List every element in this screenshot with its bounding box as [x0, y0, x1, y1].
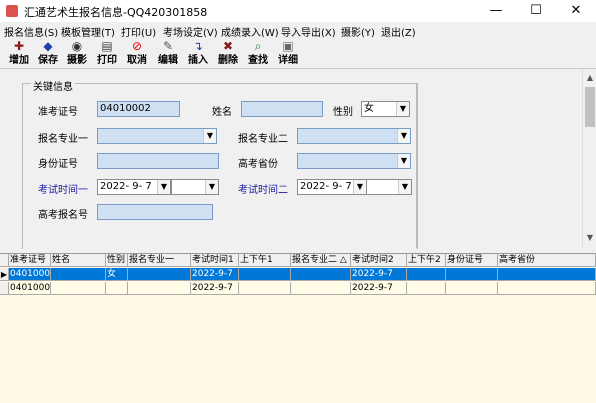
name-label: 姓名 [212, 107, 232, 118]
camera-button[interactable]: ◉ 摄影 [64, 39, 90, 68]
time2-label: 考试时间二 [238, 185, 288, 196]
id-label: 身份证号 [38, 159, 78, 170]
cancel-icon: ⊘ [131, 39, 143, 53]
table-row[interactable]: ▶ 04010002 女 2022-9-7 2022-9-7 [0, 268, 596, 281]
chevron-down-icon[interactable]: ▼ [157, 180, 170, 194]
close-button[interactable]: ✕ [556, 0, 596, 22]
scroll-down-icon[interactable]: ▼ [583, 231, 596, 245]
province-label: 高考省份 [238, 159, 278, 170]
delete-icon: ✖ [222, 39, 234, 53]
ampm2-select[interactable]: ▼ [366, 179, 412, 195]
vertical-scrollbar[interactable]: ▲ ▼ [582, 69, 596, 247]
gender-select[interactable]: 女 ▼ [361, 101, 410, 117]
col-time1[interactable]: 考试时间1 [191, 254, 239, 267]
chevron-down-icon[interactable]: ▼ [398, 180, 411, 194]
chevron-down-icon[interactable]: ▼ [203, 129, 216, 143]
col-exam-no[interactable]: 准考证号 [9, 254, 51, 267]
toolbar: ✚ 增加 ◆ 保存 ◉ 摄影 ▤ 打印 ⊘ 取消 ✎ 编辑 ↴ 插入 ✖ 删除 ⌕ 查找 ▣ 详细 [0, 39, 596, 69]
maximize-button[interactable]: ☐ [516, 0, 556, 22]
chevron-down-icon[interactable]: ▼ [205, 180, 218, 194]
window-title: 汇通艺术生报名信息-QQ420301858 [24, 6, 208, 19]
save-button[interactable]: ◆ 保存 [35, 39, 61, 68]
chevron-down-icon[interactable]: ▼ [397, 154, 410, 168]
camera-icon: ◉ [71, 39, 83, 53]
col-gender[interactable]: 性别 [106, 254, 128, 267]
major1-label: 报名专业一 [38, 134, 88, 145]
insert-button[interactable]: ↴ 插入 [185, 39, 211, 68]
current-row-arrow-icon: ▶ [0, 268, 9, 281]
insert-icon: ↴ [192, 39, 204, 53]
chevron-down-icon[interactable]: ▼ [396, 102, 409, 116]
col-time2[interactable]: 考试时间2 [351, 254, 407, 267]
id-field[interactable] [97, 153, 219, 169]
add-icon: ✚ [13, 39, 25, 53]
col-id[interactable]: 身份证号 [446, 254, 498, 267]
scroll-up-icon[interactable]: ▲ [583, 71, 596, 85]
col-major1[interactable]: 报名专业一 [128, 254, 191, 267]
time2-datepicker[interactable]: 2022- 9- 7 ▼ [297, 179, 367, 195]
menu-item-print[interactable]: 打印(U) [121, 24, 156, 39]
grid-header-row: 准考证号 姓名 性别 报名专业一 考试时间1 上下午1 报名专业二 △ 考试时间… [0, 254, 596, 267]
major2-select[interactable]: ▼ [297, 128, 411, 144]
chevron-down-icon[interactable]: ▼ [397, 129, 410, 143]
data-grid: 准考证号 姓名 性别 报名专业一 考试时间1 上下午1 报名专业二 △ 考试时间… [0, 253, 596, 403]
minimize-button[interactable]: — [476, 0, 516, 22]
col-ampm1[interactable]: 上下午1 [239, 254, 291, 267]
edit-button[interactable]: ✎ 编辑 [155, 39, 181, 68]
find-button[interactable]: ⌕ 查找 [245, 39, 271, 68]
exam-no-field[interactable]: 04010002 [97, 101, 180, 117]
detail-button[interactable]: ▣ 详细 [275, 39, 301, 68]
print-button[interactable]: ▤ 打印 [94, 39, 120, 68]
add-button[interactable]: ✚ 增加 [6, 39, 32, 68]
exam-no-label: 准考证号 [38, 107, 78, 118]
name-field[interactable] [241, 101, 323, 117]
group-title: 关键信息 [31, 78, 75, 93]
form-panel: 关键信息 准考证号 04010002 姓名 性别 女 ▼ 报名专业一 ▼ 报名专业… [0, 69, 596, 249]
col-ampm2[interactable]: 上下午2 [407, 254, 446, 267]
menu-item-import-export[interactable]: 导入导出(X) [281, 24, 336, 39]
menu-bar: 报名信息(S) 模板管理(T) 打印(U) 考场设定(V) 成绩录入(W) 导入… [0, 22, 596, 39]
time1-datepicker[interactable]: 2022- 9- 7 ▼ [97, 179, 171, 195]
detail-icon: ▣ [282, 39, 294, 53]
province-select[interactable]: ▼ [297, 153, 411, 169]
menu-item-template[interactable]: 模板管理(T) [61, 24, 115, 39]
gaokao-no-label: 高考报名号 [38, 210, 88, 221]
table-row[interactable]: 04010003 2022-9-7 2022-9-7 [0, 282, 596, 295]
menu-item-exit[interactable]: 退出(Z) [381, 24, 416, 39]
menu-item-photo[interactable]: 摄影(Y) [341, 24, 375, 39]
save-icon: ◆ [43, 39, 53, 53]
col-major2[interactable]: 报名专业二 △ [291, 254, 351, 267]
scroll-thumb[interactable] [585, 87, 595, 127]
find-icon: ⌕ [254, 39, 262, 53]
ampm1-select[interactable]: ▼ [171, 179, 219, 195]
major1-select[interactable]: ▼ [97, 128, 217, 144]
menu-item-score-entry[interactable]: 成绩录入(W) [221, 24, 279, 39]
gender-label: 性别 [333, 107, 353, 118]
col-name[interactable]: 姓名 [51, 254, 106, 267]
divider [416, 83, 417, 248]
print-icon: ▤ [101, 39, 113, 53]
col-province[interactable]: 高考省份 [498, 254, 596, 267]
gaokao-no-field[interactable] [97, 204, 213, 220]
cancel-button[interactable]: ⊘ 取消 [124, 39, 150, 68]
time1-label: 考试时间一 [38, 185, 88, 196]
menu-item-exam-room[interactable]: 考场设定(V) [163, 24, 218, 39]
menu-item-signup[interactable]: 报名信息(S) [4, 24, 58, 39]
delete-button[interactable]: ✖ 删除 [215, 39, 241, 68]
edit-icon: ✎ [162, 39, 174, 53]
title-bar: 汇通艺术生报名信息-QQ420301858 — ☐ ✕ [0, 0, 596, 22]
major2-label: 报名专业二 [238, 134, 288, 145]
app-icon [6, 5, 18, 17]
chevron-down-icon[interactable]: ▼ [353, 180, 366, 194]
